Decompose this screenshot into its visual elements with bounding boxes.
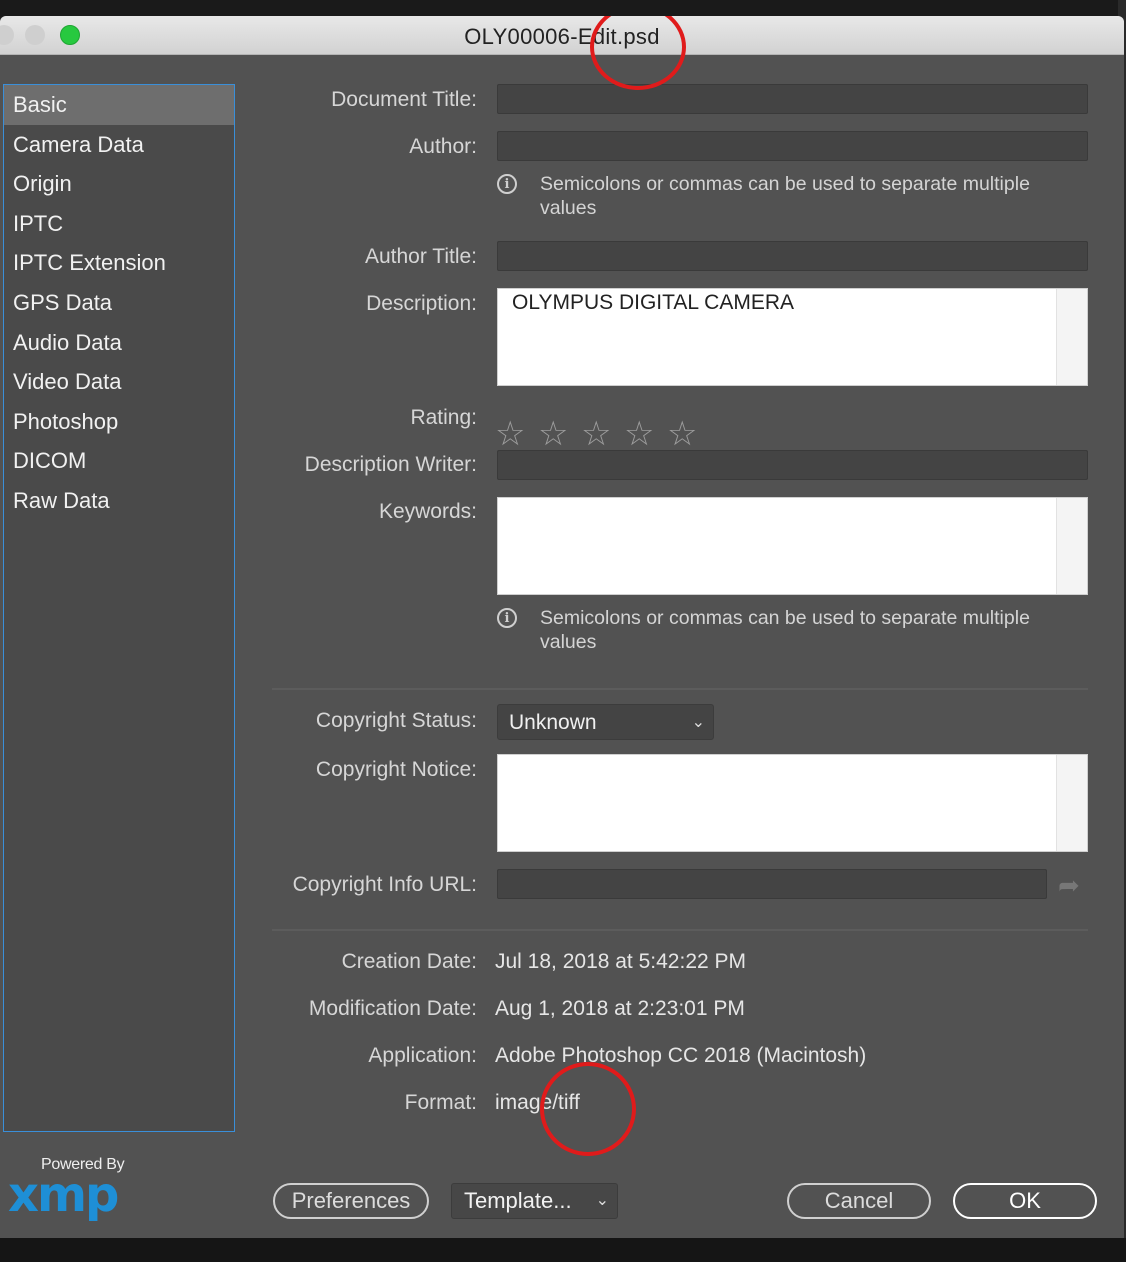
- chevron-down-icon: ⌄: [595, 1192, 609, 1209]
- sidebar-item-audio-data[interactable]: Audio Data: [4, 323, 234, 363]
- keywords-scrollbar[interactable]: [1056, 498, 1087, 594]
- creation-date-value: Jul 18, 2018 at 5:42:22 PM: [495, 950, 747, 973]
- star-3-icon[interactable]: ☆: [581, 414, 611, 454]
- sidebar-item-basic[interactable]: Basic: [4, 85, 234, 125]
- copyright-notice-scrollbar[interactable]: [1056, 755, 1087, 851]
- copyright-url-field[interactable]: [497, 869, 1047, 899]
- background-strip: [0, 1238, 1126, 1262]
- annotation-circle: [540, 1062, 636, 1156]
- background-strip: [0, 0, 1126, 16]
- copyright-status-label: Copyright Status:: [315, 709, 477, 732]
- keywords-hint-text: Semicolons or commas can be used to sepa…: [540, 607, 1030, 653]
- keywords-field[interactable]: [497, 497, 1088, 595]
- copyright-url-label: Copyright Info URL:: [292, 873, 477, 896]
- star-2-icon[interactable]: ☆: [538, 414, 568, 454]
- document-title-label: Document Title:: [331, 88, 477, 111]
- preferences-button[interactable]: Preferences: [273, 1183, 429, 1219]
- description-scrollbar[interactable]: [1056, 289, 1087, 385]
- sidebar-item-photoshop[interactable]: Photoshop: [4, 402, 234, 442]
- star-5-icon[interactable]: ☆: [667, 414, 697, 454]
- modification-date-label: Modification Date:: [308, 997, 477, 1020]
- title-bar[interactable]: OLY00006-Edit.psd: [0, 16, 1124, 55]
- ok-button[interactable]: OK: [953, 1183, 1097, 1219]
- info-icon: i: [497, 608, 517, 628]
- cancel-button[interactable]: Cancel: [787, 1183, 931, 1219]
- star-1-icon[interactable]: ☆: [495, 414, 525, 454]
- section-divider: [272, 929, 1088, 931]
- document-title-field[interactable]: [497, 84, 1088, 114]
- sidebar-item-origin[interactable]: Origin: [4, 164, 234, 204]
- rating-label: Rating:: [410, 406, 477, 429]
- description-writer-field[interactable]: [497, 450, 1088, 480]
- sidebar-item-video-data[interactable]: Video Data: [4, 362, 234, 402]
- application-label: Application:: [368, 1044, 477, 1067]
- sidebar-item-iptc-extension[interactable]: IPTC Extension: [4, 243, 234, 283]
- copyright-status-value: Unknown: [509, 711, 597, 734]
- author-label: Author:: [409, 135, 477, 158]
- description-field[interactable]: OLYMPUS DIGITAL CAMERA: [497, 288, 1088, 386]
- application-value: Adobe Photoshop CC 2018 (Macintosh): [495, 1044, 867, 1067]
- xmp-wordmark: xmp: [8, 1167, 119, 1223]
- description-label: Description:: [366, 292, 477, 315]
- author-title-field[interactable]: [497, 241, 1088, 271]
- sidebar-item-gps-data[interactable]: GPS Data: [4, 283, 234, 323]
- sidebar-item-iptc[interactable]: IPTC: [4, 204, 234, 244]
- star-4-icon[interactable]: ☆: [624, 414, 654, 454]
- modification-date-value: Aug 1, 2018 at 2:23:01 PM: [495, 997, 745, 1020]
- keywords-label: Keywords:: [378, 500, 477, 523]
- description-text: OLYMPUS DIGITAL CAMERA: [512, 291, 794, 314]
- format-label: Format:: [404, 1091, 477, 1114]
- description-writer-label: Description Writer:: [304, 453, 477, 476]
- chevron-down-icon: ⌄: [691, 714, 705, 731]
- sidebar-item-camera-data[interactable]: Camera Data: [4, 125, 234, 165]
- copyright-notice-field[interactable]: [497, 754, 1088, 852]
- category-sidebar: Basic Camera Data Origin IPTC IPTC Exten…: [3, 84, 235, 1132]
- annotation-circle: [590, 16, 686, 90]
- author-hint-text: Semicolons or commas can be used to sepa…: [540, 173, 1030, 219]
- template-label: Template...: [464, 1188, 572, 1213]
- open-url-arrow-icon[interactable]: ➦: [1058, 870, 1080, 901]
- copyright-status-select[interactable]: Unknown ⌄: [497, 704, 714, 740]
- window-title: OLY00006-Edit.psd: [464, 24, 660, 49]
- file-info-dialog: OLY00006-Edit.psd Basic Camera Data Orig…: [0, 16, 1124, 1238]
- author-title-label: Author Title:: [364, 245, 477, 268]
- sidebar-item-raw-data[interactable]: Raw Data: [4, 481, 234, 521]
- xmp-logo: Powered By xmp: [8, 1156, 125, 1223]
- sidebar-item-dicom[interactable]: DICOM: [4, 441, 234, 481]
- author-field[interactable]: [497, 131, 1088, 161]
- creation-date-label: Creation Date:: [341, 950, 477, 973]
- section-divider: [272, 688, 1088, 690]
- info-icon: i: [497, 174, 517, 194]
- template-select[interactable]: Template... ⌄: [451, 1183, 618, 1219]
- copyright-notice-label: Copyright Notice:: [315, 758, 477, 781]
